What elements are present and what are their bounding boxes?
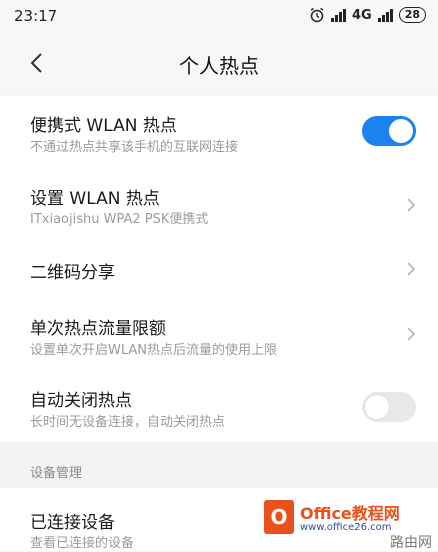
data-limit-row[interactable]: 单次热点流量限额 设置单次开启WLAN热点后流量的使用上限 — [0, 298, 438, 370]
watermark-url: www.office26.com — [300, 522, 392, 533]
row-title: 单次热点流量限额 — [30, 319, 166, 339]
network-type: 4G — [351, 7, 372, 23]
row-subtitle: 设置单次开启WLAN热点后流量的使用上限 — [30, 343, 278, 358]
row-subtitle: 长时间无设备连接，自动关闭热点 — [30, 415, 226, 430]
qr-share-row[interactable]: 二维码分享 — [0, 240, 438, 298]
row-title: 已连接设备 — [30, 513, 115, 533]
row-subtitle: 不通过热点共享该手机的互联网连接 — [30, 140, 239, 155]
portable-hotspot-row[interactable]: 便携式 WLAN 热点 不通过热点共享该手机的互联网连接 — [0, 96, 438, 170]
alarm-clock-icon — [310, 7, 324, 23]
portable-hotspot-toggle[interactable] — [362, 116, 416, 146]
setup-hotspot-row[interactable]: 设置 WLAN 热点 ITxiaojishu WPA2 PSK便携式 — [0, 170, 438, 240]
toggle-knob — [365, 395, 389, 419]
page-title: 个人热点 — [179, 54, 259, 78]
chevron-right-icon — [407, 327, 416, 341]
header: 个人热点 — [0, 32, 438, 94]
battery-indicator: 28 — [398, 7, 426, 23]
row-title: 自动关闭热点 — [30, 391, 132, 411]
status-time: 23:17 — [14, 7, 58, 25]
auto-close-toggle[interactable] — [362, 392, 416, 422]
watermark: O Office教程网 www.office26.com 路由网 — [264, 498, 434, 551]
section-header: 设备管理 — [0, 442, 438, 488]
chevron-right-icon — [407, 198, 416, 212]
signal-strength-icon — [330, 8, 346, 22]
status-bar: 23:17 4G 28 — [0, 0, 438, 32]
section-label: 设备管理 — [30, 466, 83, 481]
office-logo-icon: O — [264, 500, 294, 534]
signal-strength-icon-2 — [377, 8, 393, 22]
auto-close-row[interactable]: 自动关闭热点 长时间无设备连接，自动关闭热点 — [0, 370, 438, 442]
watermark-corner: 路由网 — [390, 535, 432, 551]
row-subtitle: ITxiaojishu WPA2 PSK便携式 — [30, 212, 209, 227]
row-title: 便携式 WLAN 热点 — [30, 116, 177, 136]
watermark-brand: Office教程网 — [300, 504, 400, 523]
toggle-knob — [389, 119, 413, 143]
chevron-right-icon — [407, 262, 416, 276]
row-title: 设置 WLAN 热点 — [30, 189, 160, 209]
status-icons: 4G 28 — [309, 7, 426, 23]
row-title: 二维码分享 — [30, 263, 115, 283]
row-subtitle: 查看已连接的设备 — [30, 536, 135, 551]
